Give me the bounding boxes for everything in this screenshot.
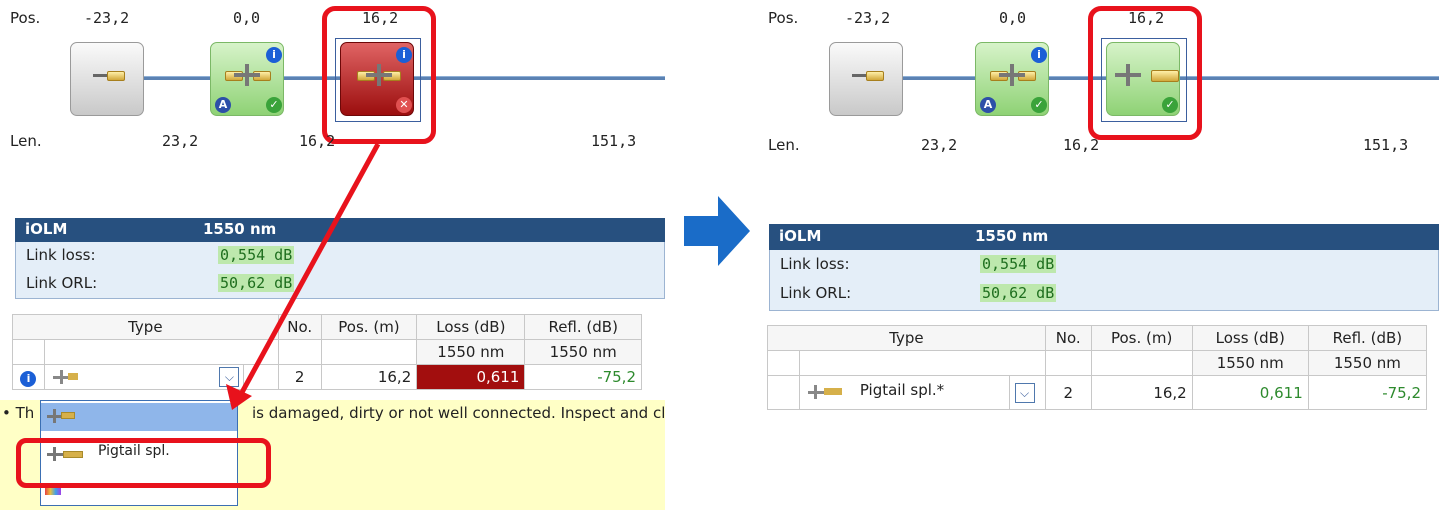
pos-value-1: -23,2: [845, 9, 891, 27]
row-refl: -75,2: [1307, 375, 1428, 410]
arrow-right-shape: [684, 196, 750, 266]
link-orl-value: 50,62 dB: [980, 284, 1057, 302]
table-row[interactable]: Pigtail spl.* ⌵ 2 16,2 0,611 -75,2: [767, 375, 1428, 410]
col-type[interactable]: Type: [767, 325, 1046, 351]
connector-event-1[interactable]: i A ✓: [975, 42, 1049, 116]
pigtail-splice-icon-yellow: [823, 388, 842, 395]
fiber-stub: [852, 74, 866, 77]
len-value-2: 16,2: [1063, 136, 1100, 154]
pos-label: Pos.: [768, 9, 799, 27]
type-select[interactable]: Pigtail spl.*: [798, 375, 1010, 410]
summary-header: iOLM 1550 nm: [769, 224, 1439, 250]
summary-wavelength: 1550 nm: [975, 227, 1049, 245]
type-value: Pigtail spl.*: [859, 381, 945, 399]
col-refl[interactable]: Refl. (dB): [1307, 325, 1428, 351]
arrow-line: [237, 142, 381, 398]
left-panel-before: Pos. -23,2 0,0 16,2 i A ✓ i ✕ Len. 23,2 …: [0, 0, 665, 510]
connector-icon: [866, 71, 884, 81]
subheader-blank: [1044, 350, 1092, 376]
col-loss[interactable]: Loss (dB): [1191, 325, 1309, 351]
link-loss-value: 0,554 dB: [980, 255, 1057, 273]
subheader-blank: [767, 350, 800, 376]
row-blank-cell: [767, 375, 800, 410]
launch-event[interactable]: [829, 42, 903, 116]
type-dropdown-cell[interactable]: ⌵: [1008, 375, 1046, 410]
pigtail-splice-icon-v: [813, 385, 817, 399]
summary-title: iOLM: [779, 227, 822, 245]
len-value-1: 23,2: [921, 136, 958, 154]
summary-body: Link loss: 0,554 dB Link ORL: 50,62 dB: [769, 250, 1439, 311]
event-table: Type No. Pos. (m) Loss (dB) Refl. (dB) 1…: [767, 325, 1428, 410]
subheader-blank: [1090, 350, 1193, 376]
table-header-row: Type No. Pos. (m) Loss (dB) Refl. (dB): [767, 325, 1428, 351]
link-orl-label: Link ORL:: [780, 284, 852, 302]
row-no: 2: [1044, 375, 1092, 410]
row-pos: 16,2: [1090, 375, 1193, 410]
link-loss-label: Link loss:: [780, 255, 850, 273]
auto-icon: A: [980, 97, 996, 113]
red-arrow-annotation: [226, 142, 381, 410]
col-pos[interactable]: Pos. (m): [1090, 325, 1193, 351]
chevron-down-icon[interactable]: ⌵: [1014, 382, 1035, 403]
subheader-refl-wavelength: 1550 nm: [1307, 350, 1428, 376]
col-no[interactable]: No.: [1044, 325, 1092, 351]
arrow-head: [226, 384, 252, 410]
transition-arrow-icon: [684, 196, 750, 266]
highlight-updated-event: [1088, 6, 1202, 140]
subheader-blank: [798, 350, 1046, 376]
pass-check-icon: ✓: [1031, 97, 1047, 113]
table-subheader-row: 1550 nm 1550 nm: [767, 350, 1428, 376]
info-icon[interactable]: i: [1031, 47, 1047, 63]
pos-value-2: 0,0: [999, 9, 1027, 27]
subheader-loss-wavelength: 1550 nm: [1191, 350, 1309, 376]
splice-cross-vertical: [1010, 64, 1014, 86]
row-loss: 0,611: [1191, 375, 1309, 410]
right-panel-after: Pos. -23,2 0,0 16,2 i A ✓ ✓ Len. 23,2 16…: [763, 0, 1439, 430]
len-label: Len.: [768, 136, 800, 154]
len-value-3: 151,3: [1363, 136, 1409, 154]
